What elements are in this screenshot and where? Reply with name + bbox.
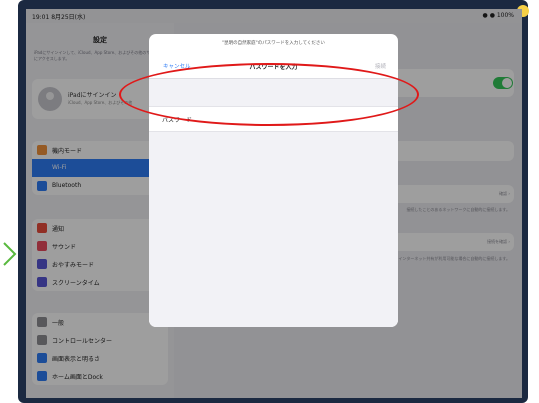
pointer-arrow-icon bbox=[3, 242, 17, 266]
password-prompt: "昆明の自然家庭"のパスワードを入力してください bbox=[222, 41, 325, 46]
highlight-ellipse bbox=[119, 63, 419, 126]
join-button[interactable]: 接続 bbox=[375, 62, 386, 70]
